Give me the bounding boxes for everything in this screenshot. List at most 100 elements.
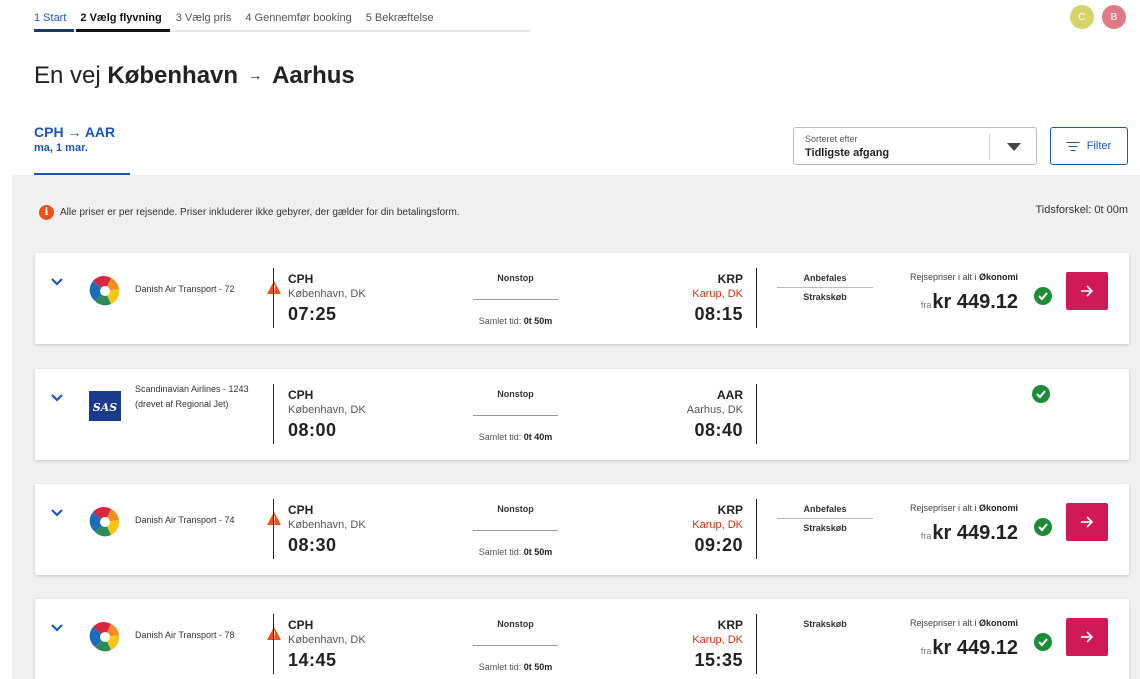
sas-logo-icon: SAS bbox=[89, 391, 121, 423]
select-flight-button[interactable] bbox=[1066, 272, 1108, 310]
flight-card: Danish Air Transport - 72 CPH København, D… bbox=[35, 253, 1129, 344]
divider bbox=[273, 499, 274, 559]
destination-city: Aarhus bbox=[272, 62, 355, 89]
step-confirmation: 5 Bekræftelse bbox=[365, 12, 434, 24]
step-choose-flight[interactable]: 2 Vælg flyvning bbox=[76, 0, 171, 32]
airline-name: Danish Air Transport - 74 bbox=[135, 515, 235, 525]
departure: CPH København, DK 08:00 bbox=[288, 388, 366, 441]
airline-name: Danish Air Transport - 72 bbox=[135, 284, 235, 294]
flight-duration: Nonstop Samlet tid: 0t 50m bbox=[473, 273, 558, 326]
arrival-code: KRP bbox=[717, 618, 743, 632]
arrow-right-icon: → bbox=[248, 67, 263, 83]
total-time-value: 0t 50m bbox=[523, 662, 553, 672]
fare-badges: Strakskøb bbox=[777, 619, 873, 629]
badge-recommended: Strakskøb bbox=[803, 619, 847, 629]
stops-label: Nonstop bbox=[497, 389, 534, 399]
chevron-down-icon[interactable] bbox=[51, 391, 63, 403]
arrival-code: AAR bbox=[717, 388, 743, 402]
arrival-time: 08:40 bbox=[694, 420, 743, 440]
price-class: Økonomi bbox=[978, 618, 1018, 628]
time-difference: Tidsforskel: 0t 00m bbox=[1035, 204, 1128, 216]
departure-time: 08:00 bbox=[288, 420, 337, 440]
avatar[interactable]: C bbox=[1070, 5, 1094, 29]
arrival-city: Karup, DK bbox=[692, 288, 743, 300]
departure: CPH København, DK 08:30 bbox=[288, 503, 366, 556]
sort-select[interactable]: Sorteret efter Tidligste afgang bbox=[793, 127, 1037, 165]
chevron-down-icon bbox=[1007, 143, 1021, 151]
arrival-code: KRP bbox=[717, 503, 743, 517]
route-tab[interactable]: CPH → AAR ma, 1 mar. bbox=[34, 124, 130, 176]
price: frakr 449.12 bbox=[921, 291, 1018, 314]
dat-logo-icon bbox=[89, 506, 121, 538]
arrival-code: KRP bbox=[717, 272, 743, 286]
divider bbox=[756, 268, 757, 328]
price-info-text: Alle priser er per rejsende. Priser inkl… bbox=[60, 207, 460, 218]
departure-code: CPH bbox=[288, 618, 314, 632]
departure-city: København, DK bbox=[288, 519, 366, 531]
check-icon bbox=[1034, 633, 1052, 651]
duration-line bbox=[473, 299, 558, 300]
warning-icon bbox=[267, 627, 281, 640]
page-title: En vej København → Aarhus bbox=[34, 62, 355, 90]
chevron-down-icon[interactable] bbox=[51, 506, 63, 518]
total-time-value: 0t 50m bbox=[523, 547, 553, 557]
price-label: Rejsepriser i alt i Økonomi bbox=[909, 272, 1018, 282]
price-value: kr 449.12 bbox=[932, 522, 1018, 544]
arrival-city: Karup, DK bbox=[692, 519, 743, 531]
stops-label: Nonstop bbox=[497, 504, 534, 514]
arrow-right-icon bbox=[1081, 516, 1094, 528]
arrival-time: 15:35 bbox=[694, 650, 743, 670]
departure-code: CPH bbox=[288, 388, 314, 402]
price: frakr 449.12 bbox=[921, 522, 1018, 545]
price-from: fra bbox=[920, 531, 932, 541]
divider bbox=[756, 499, 757, 559]
avatars: C B bbox=[1070, 5, 1126, 29]
stops-label: Nonstop bbox=[497, 273, 534, 283]
divider bbox=[756, 614, 757, 674]
departure-city: København, DK bbox=[288, 288, 366, 300]
divider bbox=[273, 384, 274, 444]
sort-label: Sorteret efter bbox=[805, 134, 858, 144]
booking-steps: 1 Start 2 Vælg flyvning 3 Vælg pris 4 Ge… bbox=[34, 0, 530, 32]
price-info: i Alle priser er per rejsende. Priser in… bbox=[39, 205, 460, 220]
step-start[interactable]: 1 Start bbox=[34, 0, 75, 32]
departure-time: 08:30 bbox=[288, 535, 337, 555]
svg-text:SAS: SAS bbox=[93, 401, 117, 414]
select-flight-button[interactable] bbox=[1066, 618, 1108, 656]
origin-city: København bbox=[107, 62, 239, 89]
departure-city: København, DK bbox=[288, 404, 366, 416]
filter-button[interactable]: Filter bbox=[1050, 127, 1128, 165]
warning-icon bbox=[267, 281, 281, 294]
warning-icon bbox=[267, 512, 281, 525]
divider bbox=[273, 614, 274, 674]
check-icon bbox=[1034, 287, 1052, 305]
price: frakr 449.12 bbox=[921, 637, 1018, 660]
route-label: CPH → AAR bbox=[34, 124, 116, 140]
airline-name: Scandinavian Airlines - 1243 (drevet af … bbox=[135, 384, 249, 409]
arrow-right-icon bbox=[1081, 285, 1094, 297]
info-icon: i bbox=[39, 205, 54, 220]
filter-label: Filter bbox=[1086, 140, 1112, 152]
badge-instant: Strakskøb bbox=[777, 287, 873, 302]
departure-time: 14:45 bbox=[288, 650, 337, 670]
chevron-down-icon[interactable] bbox=[51, 275, 63, 287]
total-time: Samlet tid: 0t 40m bbox=[478, 432, 553, 442]
badge-recommended: Anbefales bbox=[803, 504, 847, 514]
departure-time: 07:25 bbox=[288, 304, 337, 324]
price-value: kr 449.12 bbox=[932, 637, 1018, 659]
departure-code: CPH bbox=[288, 272, 314, 286]
check-icon bbox=[1034, 518, 1052, 536]
badge-instant: Strakskøb bbox=[777, 518, 873, 533]
stops-label: Nonstop bbox=[497, 619, 534, 629]
step-complete-booking: 4 Gennemfør booking bbox=[245, 12, 352, 24]
price-value: kr 449.12 bbox=[932, 291, 1018, 313]
departure-code: CPH bbox=[288, 503, 314, 517]
filter-icon bbox=[1066, 141, 1080, 151]
total-time-value: 0t 40m bbox=[523, 432, 553, 442]
chevron-down-icon[interactable] bbox=[51, 621, 63, 633]
trip-type: En vej bbox=[34, 62, 101, 89]
select-flight-button[interactable] bbox=[1066, 503, 1108, 541]
arrival-city: Karup, DK bbox=[692, 634, 743, 646]
fare-badges: Anbefales Strakskøb bbox=[777, 273, 873, 302]
avatar[interactable]: B bbox=[1102, 5, 1126, 29]
